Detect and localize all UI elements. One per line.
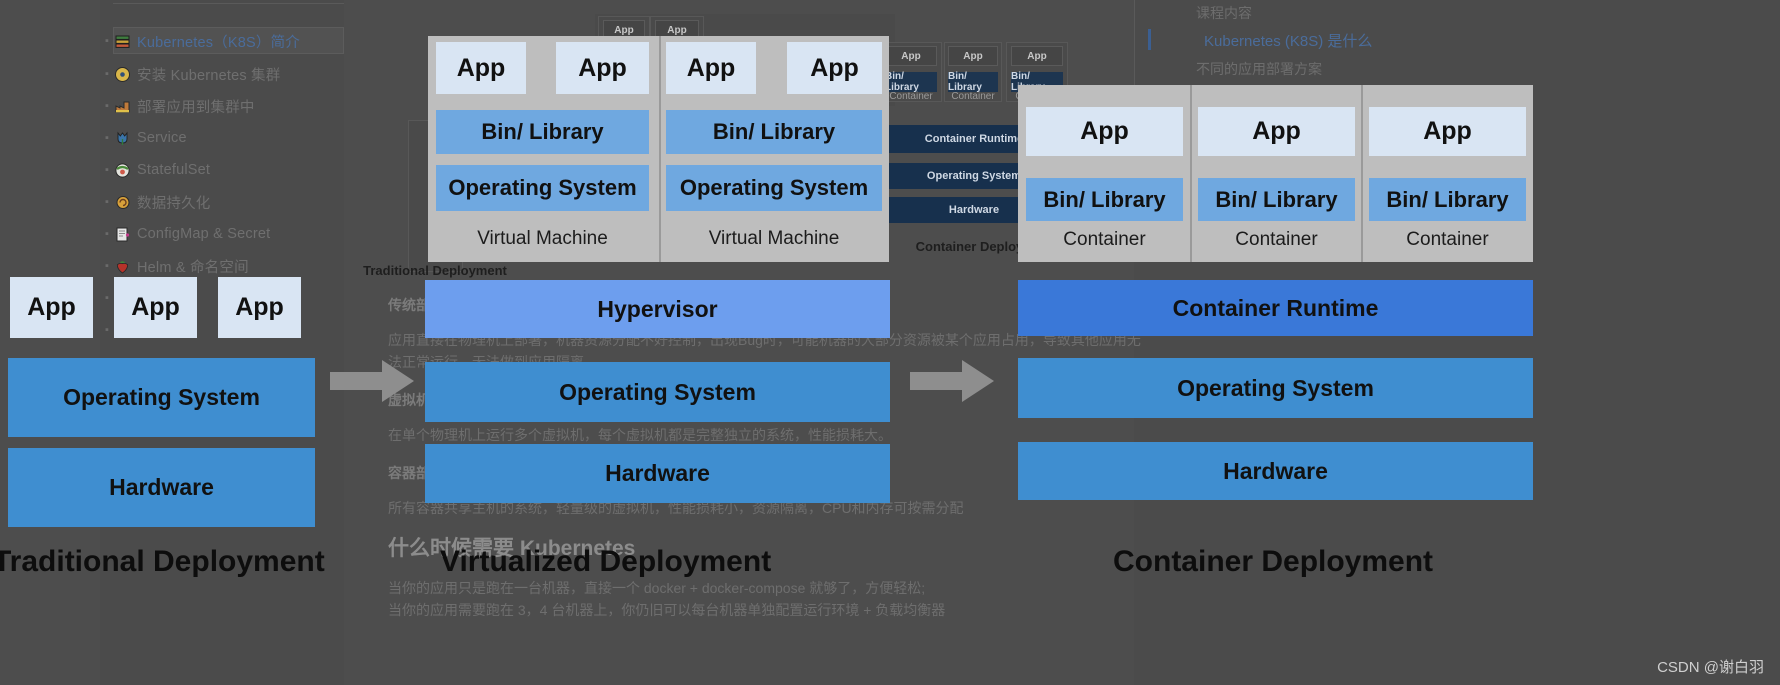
bin-library-layer: Bin/ Library (436, 110, 649, 154)
operating-system-layer: Operating System (666, 165, 882, 211)
container-caption: Container (1235, 229, 1318, 250)
article-paragraph-3: 在单个物理机上运行多个虚拟机，每个虚拟机都是完整独立的系统，性能损耗大。 (388, 427, 892, 443)
sidebar-item-label: Kubernetes（K8S）简介 (137, 34, 300, 51)
sidebar-item-label: Service (137, 130, 187, 146)
operating-system-layer: Operating System (8, 358, 315, 437)
app-box: App (556, 42, 649, 94)
app-box: App (10, 277, 93, 338)
sidebar-item-label: ConfigMap & Secret (137, 226, 271, 242)
bin-library-layer: Bin/ Library (1198, 178, 1355, 221)
sidebar-item-extra-2[interactable]: ▪ (100, 319, 114, 341)
tulip-icon (114, 130, 131, 147)
mini-traditional-title: Traditional Deployment (363, 262, 507, 278)
sidebar-item-install-cluster[interactable]: ▪ 安装 Kubernetes 集群 (100, 63, 280, 85)
compact-disc-icon (114, 66, 131, 83)
hardware-layer: Hardware (1018, 442, 1533, 500)
snail-icon (114, 194, 131, 211)
factory-icon (114, 98, 131, 115)
app-box: App (1198, 107, 1355, 156)
container-runtime-layer: Container Runtime (1018, 280, 1533, 336)
virtualized-deployment-title: Virtualized Deployment (440, 545, 772, 578)
hardware-layer: Hardware (8, 448, 315, 527)
mini-app-box: App (1011, 46, 1063, 66)
screen: ▪ Kubernetes（K8S）简介 ▪ 安装 Kubernetes 集群 ▪… (0, 0, 1780, 685)
sidebar-item-extra-1[interactable]: ▪ (100, 287, 114, 309)
sidebar-item-label: 部署应用到集群中 (137, 99, 255, 116)
mini-app-box: App (885, 46, 937, 66)
bin-library-layer: Bin/ Library (1369, 178, 1526, 221)
bullet-icon: ▪ (105, 35, 109, 47)
bin-library-layer: Bin/ Library (1026, 178, 1183, 221)
article-paragraph-5: 当你的应用只是跑在一台机器，直接一个 docker + docker-compo… (388, 580, 926, 596)
bullet-icon: ▪ (105, 324, 109, 336)
virtual-machine-caption: Virtual Machine (477, 228, 608, 249)
sidebar-item-label: 安装 Kubernetes 集群 (137, 67, 281, 84)
mini-app-box: App (948, 46, 998, 66)
sidebar-item-service[interactable]: ▪ Service (100, 127, 187, 149)
container-group-divider-1 (1190, 85, 1192, 262)
sidebar-item-statefulset[interactable]: ▪ StatefulSet (100, 159, 210, 181)
strawberry-icon (114, 258, 131, 275)
container-group-divider-2 (1361, 85, 1363, 262)
toc-divider (113, 3, 344, 4)
sidebar-item-k8s-intro[interactable]: ▪ Kubernetes（K8S）简介 (100, 30, 300, 52)
bullet-icon: ▪ (105, 228, 109, 240)
app-box: App (787, 42, 882, 94)
app-box: App (114, 277, 197, 338)
bullet-icon: ▪ (105, 292, 109, 304)
bullet-icon: ▪ (105, 68, 109, 80)
vm-group-divider (659, 36, 661, 262)
right-toc-heading: 课程内容 (1196, 5, 1252, 21)
app-box: App (218, 277, 301, 338)
sidebar-item-label: StatefulSet (137, 162, 211, 178)
sidebar-item-configmap-secret[interactable]: ▪ ConfigMap & Secret (100, 223, 270, 245)
hypervisor-layer: Hypervisor (425, 280, 890, 338)
mini-container-caption: Container (951, 90, 995, 102)
container-caption: Container (1406, 229, 1489, 250)
bullet-icon: ▪ (105, 196, 109, 208)
right-toc-active-marker (1148, 29, 1151, 50)
mini-bin-box: Bin/ Library (948, 71, 998, 93)
arrow-right-icon-1 (330, 358, 414, 404)
mini-container-caption: Container (889, 90, 933, 102)
app-box: App (1026, 107, 1183, 156)
sidebar-item-deploy-app[interactable]: ▪ 部署应用到集群中 (100, 95, 255, 117)
books-icon (114, 33, 131, 50)
traditional-deployment-title: Traditional Deployment (0, 545, 325, 578)
operating-system-layer: Operating System (1018, 358, 1533, 418)
bullet-icon: ▪ (105, 164, 109, 176)
app-box: App (436, 42, 526, 94)
virtual-machine-caption: Virtual Machine (708, 228, 840, 249)
container-caption: Container (1063, 229, 1146, 250)
right-toc-item-deployment-options[interactable]: 不同的应用部署方案 (1196, 59, 1322, 79)
sidebar-item-label: Helm & 命名空间 (137, 259, 249, 276)
bullet-icon: ▪ (105, 132, 109, 144)
arrow-right-icon-2 (910, 358, 994, 404)
operating-system-layer: Operating System (436, 165, 649, 211)
mini-bin-box: Bin/ Library (885, 71, 937, 93)
article-paragraph-6: 当你的应用需要跑在 3，4 台机器上，你仍旧可以每台机器单独配置运行环境 + 负… (388, 602, 946, 618)
sushi-icon (114, 162, 131, 179)
sidebar-item-helm-namespace[interactable]: ▪ Helm & 命名空间 (100, 255, 249, 277)
operating-system-layer: Operating System (425, 362, 890, 422)
right-toc-item-what-is-k8s[interactable]: Kubernetes (K8S) 是什么 (1204, 30, 1372, 51)
bullet-icon: ▪ (105, 100, 109, 112)
sidebar-item-persistence[interactable]: ▪ 数据持久化 (100, 191, 211, 213)
bin-library-layer: Bin/ Library (666, 110, 882, 154)
container-deployment-title: Container Deployment (1113, 545, 1434, 578)
app-box: App (666, 42, 756, 94)
bullet-icon: ▪ (105, 260, 109, 272)
sidebar-item-label: 数据持久化 (137, 195, 211, 212)
watermark: CSDN @谢白羽 (1657, 659, 1764, 676)
page-icon (114, 226, 131, 243)
right-toc-divider (1134, 0, 1135, 86)
app-box: App (1369, 107, 1526, 156)
hardware-layer: Hardware (425, 444, 890, 503)
